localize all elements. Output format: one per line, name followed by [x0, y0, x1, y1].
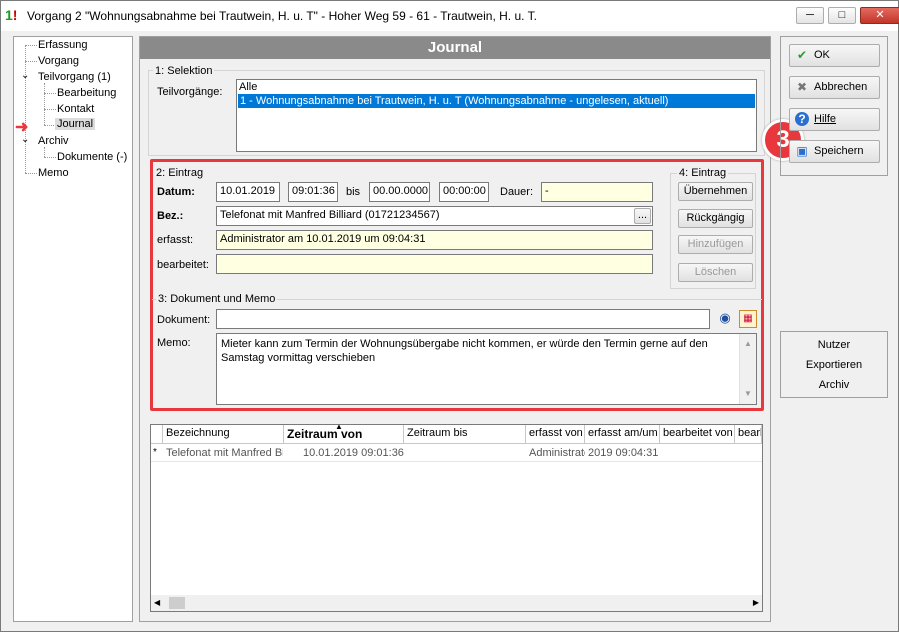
- loeschen-button[interactable]: Löschen: [678, 263, 753, 282]
- app-icon: 1!: [5, 7, 18, 23]
- scroll-down-icon[interactable]: ▼: [740, 387, 756, 401]
- memo-text: Mieter kann zum Termin der Wohnungsüberg…: [221, 338, 708, 364]
- tree-item-erfassung[interactable]: Erfassung: [38, 39, 88, 51]
- memo-label: Memo:: [157, 337, 191, 349]
- nutzer-button[interactable]: Nutzer: [781, 335, 887, 355]
- bis-time-field[interactable]: 00:00:00: [439, 182, 489, 202]
- bez-field[interactable]: Telefonat mit Manfred Billiard (01721234…: [216, 206, 653, 226]
- uebernehmen-button[interactable]: Übernehmen: [678, 182, 753, 201]
- speichern-button[interactable]: ▣ Speichern: [789, 140, 880, 163]
- datum-time-field[interactable]: 09:01:36: [288, 182, 338, 202]
- column-header-bearb[interactable]: bearb: [735, 425, 762, 443]
- datum-date-field[interactable]: 10.01.2019: [216, 182, 280, 202]
- column-header-erfasst-von[interactable]: erfasst von: [526, 425, 585, 443]
- chevron-down-icon[interactable]: ⌄: [21, 70, 29, 81]
- selektion-group-label: 1: Selektion: [153, 65, 215, 77]
- teilvorgaenge-label: Teilvorgänge:: [157, 86, 223, 98]
- memo-textarea[interactable]: Mieter kann zum Termin der Wohnungsüberg…: [216, 333, 757, 405]
- exportieren-button[interactable]: Exportieren: [781, 355, 887, 375]
- dokument-label: Dokument:: [157, 314, 211, 326]
- memo-scrollbar[interactable]: ▲ ▼: [739, 334, 756, 404]
- navigation-tree: Erfassung Vorgang ⌄ Teilvorgang (1) Bear…: [13, 36, 133, 622]
- tree-item-teilvorgang[interactable]: Teilvorgang (1): [38, 71, 111, 83]
- page-title: Journal: [140, 37, 770, 59]
- tree-item-dokumente[interactable]: Dokumente (-): [57, 151, 127, 163]
- tree-item-journal[interactable]: Journal: [55, 118, 96, 130]
- hilfe-label: Hilfe: [814, 113, 837, 125]
- cell-zeitraum-von[interactable]: 10.01.2019 09:01:36: [303, 447, 404, 459]
- extra-actions-panel: Nutzer Exportieren Archiv: [780, 331, 888, 398]
- cancel-x-icon: ✖: [796, 80, 808, 94]
- checkmark-icon: ✔: [796, 48, 808, 62]
- maximize-button[interactable]: □: [828, 7, 856, 24]
- tree-item-memo[interactable]: Memo: [38, 167, 69, 179]
- binoculars-icon[interactable]: ◉: [716, 310, 734, 328]
- abbrechen-label: Abbrechen: [814, 81, 868, 93]
- datum-label: Datum:: [157, 186, 195, 198]
- eintrag-group-label: 2: Eintrag: [156, 167, 204, 179]
- archiv-button[interactable]: Archiv: [781, 375, 887, 395]
- tree-item-vorgang[interactable]: Vorgang: [38, 55, 79, 67]
- scroll-thumb[interactable]: [169, 597, 185, 609]
- list-item-selected[interactable]: 1 - Wohnungsabnahme bei Trautwein, H. u.…: [238, 94, 755, 108]
- abbrechen-button[interactable]: ✖ Abbrechen: [789, 76, 880, 99]
- journal-panel: Journal 1: Selektion Teilvorgänge: Alle …: [139, 36, 804, 622]
- journal-grid[interactable]: Bezeichnung Zeitraum von Zeitraum bis er…: [150, 422, 763, 612]
- ok-button[interactable]: ✔ OK: [789, 44, 880, 67]
- dauer-label: Dauer:: [500, 186, 534, 198]
- cell-erfasst-von[interactable]: Administrato: [529, 447, 585, 459]
- column-header-bearbeitet-von[interactable]: bearbeitet von: [660, 425, 735, 443]
- column-header-erfasst-am[interactable]: erfasst am/um: [585, 425, 660, 443]
- teilvorgaenge-list[interactable]: Alle 1 - Wohnungsabnahme bei Trautwein, …: [236, 79, 757, 152]
- rueckgaengig-button[interactable]: Rückgängig: [678, 209, 753, 228]
- dokument-field[interactable]: [216, 309, 710, 329]
- scroll-right-icon[interactable]: ▶: [753, 598, 759, 607]
- minimize-button[interactable]: ─: [796, 7, 824, 24]
- column-header-bezeichnung[interactable]: Bezeichnung: [163, 425, 284, 443]
- dauer-field: -: [541, 182, 653, 202]
- hilfe-button[interactable]: ? Hilfe: [789, 108, 880, 131]
- cell-bezeichnung[interactable]: Telefonat mit Manfred Bil: [166, 447, 283, 459]
- scroll-up-icon[interactable]: ▲: [740, 337, 756, 351]
- bearbeitet-field: [216, 254, 653, 274]
- eintrag-actions-label: 4: Eintrag: [677, 167, 729, 179]
- grid-header: Bezeichnung Zeitraum von Zeitraum bis er…: [151, 425, 762, 444]
- bearbeitet-label: bearbeitet:: [157, 259, 209, 271]
- tree-item-archiv[interactable]: Archiv: [38, 135, 69, 147]
- column-header-zeitraum-von[interactable]: Zeitraum von: [284, 425, 404, 443]
- erfasst-label: erfasst:: [157, 234, 194, 246]
- bis-date-field[interactable]: 00.00.0000: [369, 182, 430, 202]
- column-header-zeitraum-bis[interactable]: Zeitraum bis: [404, 425, 526, 443]
- scroll-left-icon[interactable]: ◀: [154, 598, 160, 607]
- grid-horizontal-scrollbar[interactable]: ◀ ▶: [151, 595, 762, 611]
- sort-asc-icon: ▲: [335, 422, 343, 431]
- new-row-marker: *: [153, 447, 157, 458]
- dokument-group-label: 3: Dokument und Memo: [156, 293, 278, 305]
- bez-browse-button[interactable]: ...: [634, 208, 651, 224]
- list-item[interactable]: Alle: [237, 80, 756, 94]
- title-bar: 1! Vorgang 2 "Wohnungsabnahme bei Trautw…: [1, 1, 899, 31]
- tree-item-kontakt[interactable]: Kontakt: [57, 103, 94, 115]
- window-title: Vorgang 2 "Wohnungsabnahme bei Trautwein…: [27, 9, 537, 23]
- chevron-down-icon[interactable]: ⌄: [21, 134, 29, 145]
- document-folder-icon[interactable]: ▦: [739, 310, 757, 328]
- help-icon: ?: [795, 112, 809, 126]
- save-icon: ▣: [796, 144, 808, 158]
- ok-label: OK: [814, 49, 830, 61]
- bis-label: bis: [346, 186, 361, 198]
- grid-corner: [151, 425, 163, 443]
- hinzufuegen-button[interactable]: Hinzufügen: [678, 235, 753, 254]
- bez-label: Bez.:: [157, 210, 184, 222]
- cell-erfasst-am[interactable]: 2019 09:04:31: [588, 447, 658, 459]
- application-window: 1! Vorgang 2 "Wohnungsabnahme bei Trautw…: [0, 0, 899, 632]
- erfasst-field: Administrator am 10.01.2019 um 09:04:31: [216, 230, 653, 250]
- table-row[interactable]: * Telefonat mit Manfred Bil 10.01.2019 0…: [151, 444, 762, 462]
- close-button[interactable]: ✕: [860, 7, 899, 24]
- speichern-label: Speichern: [814, 145, 864, 157]
- tree-item-bearbeitung[interactable]: Bearbeitung: [57, 87, 116, 99]
